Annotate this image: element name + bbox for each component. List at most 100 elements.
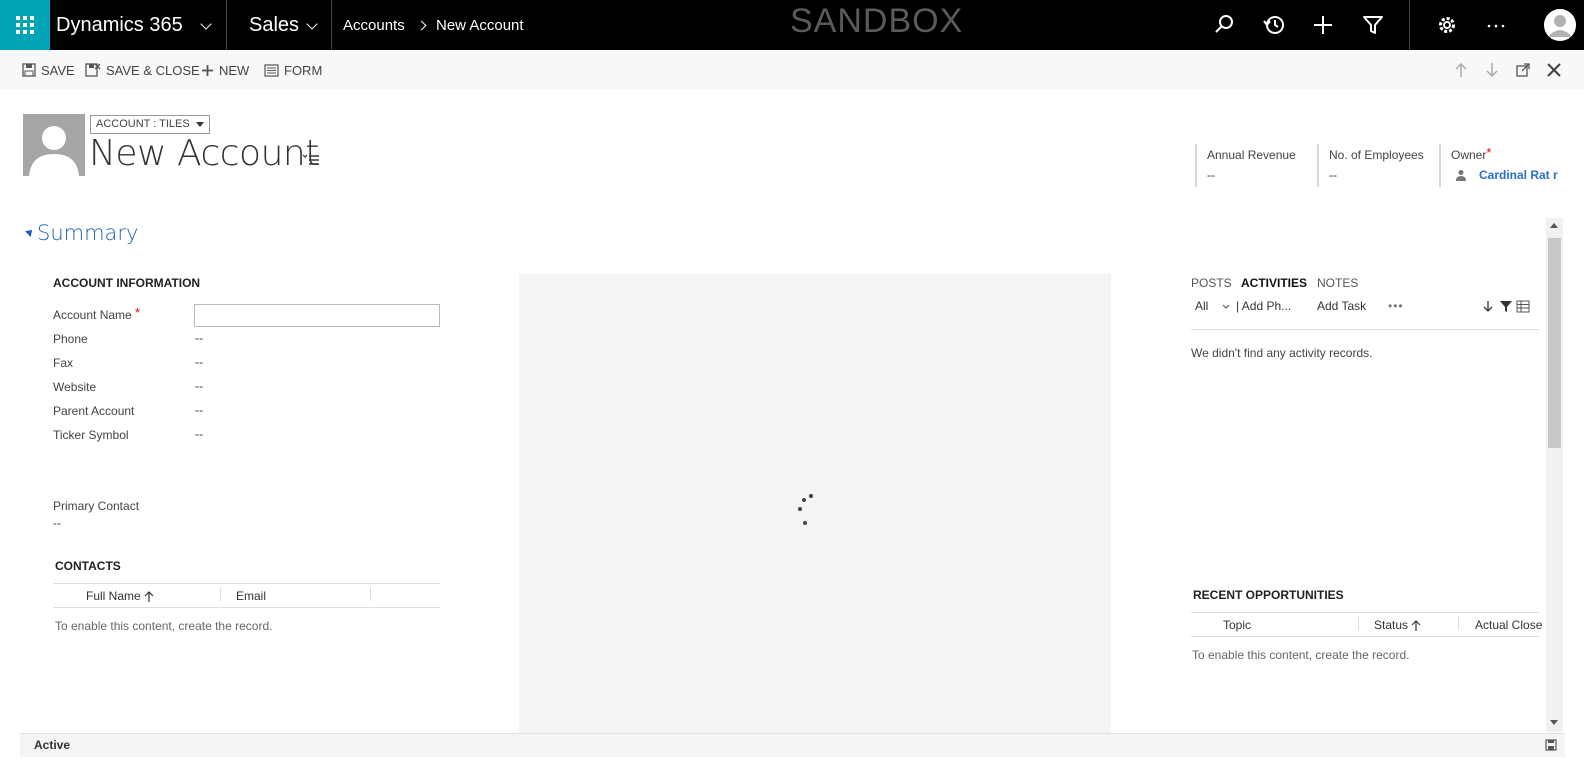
close-icon[interactable] [1545, 61, 1563, 79]
record-title: New Account [89, 133, 319, 174]
column-divider [1358, 616, 1359, 630]
full-name-column-label: Full Name [86, 589, 141, 603]
account-information-heading: ACCOUNT INFORMATION [53, 276, 201, 290]
owner-label-row: Owner* [1451, 146, 1561, 162]
add-phone-call-button[interactable]: | Add Ph... [1236, 299, 1291, 313]
app-launcher-button[interactable] [0, 0, 50, 50]
primary-contact-value[interactable]: -- [53, 516, 61, 530]
view-list-icon[interactable] [1516, 300, 1530, 313]
phone-value[interactable]: -- [195, 331, 203, 345]
activity-filter-value: All [1195, 299, 1209, 313]
plus-icon [202, 64, 213, 76]
form-icon [264, 63, 279, 77]
module-name[interactable]: Sales [249, 0, 299, 50]
chevron-down-icon[interactable] [1222, 304, 1230, 310]
dropdown-caret-icon [195, 122, 204, 127]
owner-link[interactable]: Cardinal Rat r [1479, 168, 1558, 182]
fax-value[interactable]: -- [195, 355, 203, 369]
email-column-header[interactable]: Email [236, 589, 266, 603]
scroll-down-icon[interactable] [1550, 720, 1558, 726]
breadcrumb-chevron-icon [416, 20, 427, 31]
next-record-icon[interactable] [1483, 61, 1501, 79]
activities-empty-message: We didn't find any activity records. [1191, 346, 1373, 360]
settings-icon[interactable] [1435, 13, 1459, 37]
new-button[interactable]: NEW [201, 61, 249, 79]
loading-spinner-dot [803, 521, 807, 525]
parent-account-value[interactable]: -- [195, 403, 203, 417]
search-icon[interactable] [1212, 13, 1236, 37]
new-icon[interactable] [1311, 13, 1335, 37]
website-value[interactable]: -- [195, 379, 203, 393]
user-icon [1456, 170, 1466, 181]
tab-notes[interactable]: NOTES [1317, 276, 1358, 290]
parent-account-label: Parent Account [53, 404, 135, 418]
summary-tab-title[interactable]: Summary [37, 221, 138, 245]
waffle-icon [16, 16, 34, 34]
sort-arrow-down-icon[interactable] [1483, 300, 1493, 312]
previous-record-icon[interactable] [1452, 61, 1470, 79]
status-footer [20, 733, 1565, 757]
user-avatar[interactable] [1544, 9, 1576, 41]
employees-label: No. of Employees [1329, 148, 1424, 162]
grid-top-border [53, 583, 440, 584]
opportunities-empty-message: To enable this content, create the recor… [1192, 648, 1410, 662]
topic-column-header[interactable]: Topic [1223, 618, 1251, 632]
sort-ascending-icon [1411, 619, 1421, 631]
save-close-button[interactable]: SAVE & CLOSE [85, 61, 200, 79]
advanced-find-icon[interactable] [1361, 13, 1385, 37]
recent-opportunities-heading: RECENT OPPORTUNITIES [1193, 588, 1344, 602]
grid-header-border [53, 607, 440, 608]
app-title[interactable]: Dynamics 365 [56, 0, 183, 50]
account-name-input[interactable] [194, 304, 440, 327]
full-name-column-header[interactable]: Full Name [86, 589, 154, 603]
contact-silhouette-icon [23, 114, 85, 176]
required-indicator: * [135, 305, 141, 320]
status-column-header[interactable]: Status [1374, 618, 1421, 632]
activity-filter-select[interactable]: All [1195, 299, 1208, 313]
record-menu-icon[interactable] [302, 153, 320, 167]
nav-divider [226, 0, 227, 50]
filter-icon[interactable] [1500, 300, 1512, 312]
breadcrumb-current: New Account [436, 17, 524, 34]
nav-divider [331, 0, 332, 50]
form-selector-label: ACCOUNT : TILES [96, 118, 190, 130]
pop-out-icon[interactable] [1514, 61, 1532, 79]
more-activities-button[interactable]: ••• [1388, 299, 1404, 313]
sort-ascending-icon [144, 590, 154, 602]
breadcrumb-accounts[interactable]: Accounts [343, 0, 405, 50]
app-switcher-chevron-icon[interactable] [200, 18, 212, 30]
status-column-label: Status [1374, 618, 1409, 632]
header-annual-revenue[interactable]: Annual Revenue -- [1195, 144, 1305, 187]
new-label: NEW [219, 62, 250, 78]
loading-spinner-dot [798, 507, 802, 511]
form-selector[interactable]: ACCOUNT : TILES [90, 115, 210, 134]
save-close-label: SAVE & CLOSE [106, 62, 200, 78]
header-owner[interactable]: Owner* Cardinal Rat r [1439, 144, 1561, 187]
ticker-symbol-value[interactable]: -- [195, 427, 203, 441]
form-button[interactable]: FORM [264, 61, 322, 79]
column-divider [370, 587, 371, 601]
column-divider [220, 587, 221, 601]
recent-icon[interactable] [1262, 13, 1286, 37]
save-status-icon[interactable] [1545, 739, 1557, 751]
actual-close-column-header[interactable]: Actual Close [1475, 618, 1542, 632]
save-button[interactable]: SAVE [22, 61, 75, 79]
entity-image[interactable] [23, 114, 85, 176]
account-name-label: Account Name [53, 308, 132, 322]
timeline-divider [1191, 329, 1539, 330]
add-task-button[interactable]: Add Task [1317, 299, 1366, 313]
scroll-up-icon[interactable] [1550, 222, 1558, 228]
grid-header-border [1191, 636, 1539, 637]
tab-activities[interactable]: ACTIVITIES [1241, 276, 1307, 290]
contacts-heading: CONTACTS [55, 559, 121, 573]
scrollbar-thumb[interactable] [1548, 238, 1561, 448]
loading-panel [519, 274, 1111, 734]
header-employees[interactable]: No. of Employees -- [1317, 144, 1435, 187]
top-nav-bar: Dynamics 365 Sales Accounts New Account … [0, 0, 1584, 50]
ticker-symbol-label: Ticker Symbol [53, 428, 129, 442]
more-icon[interactable] [1484, 13, 1508, 37]
module-chevron-icon[interactable] [306, 18, 318, 30]
tab-posts[interactable]: POSTS [1191, 276, 1232, 290]
collapse-triangle-icon[interactable] [25, 227, 35, 237]
phone-label: Phone [53, 332, 88, 346]
